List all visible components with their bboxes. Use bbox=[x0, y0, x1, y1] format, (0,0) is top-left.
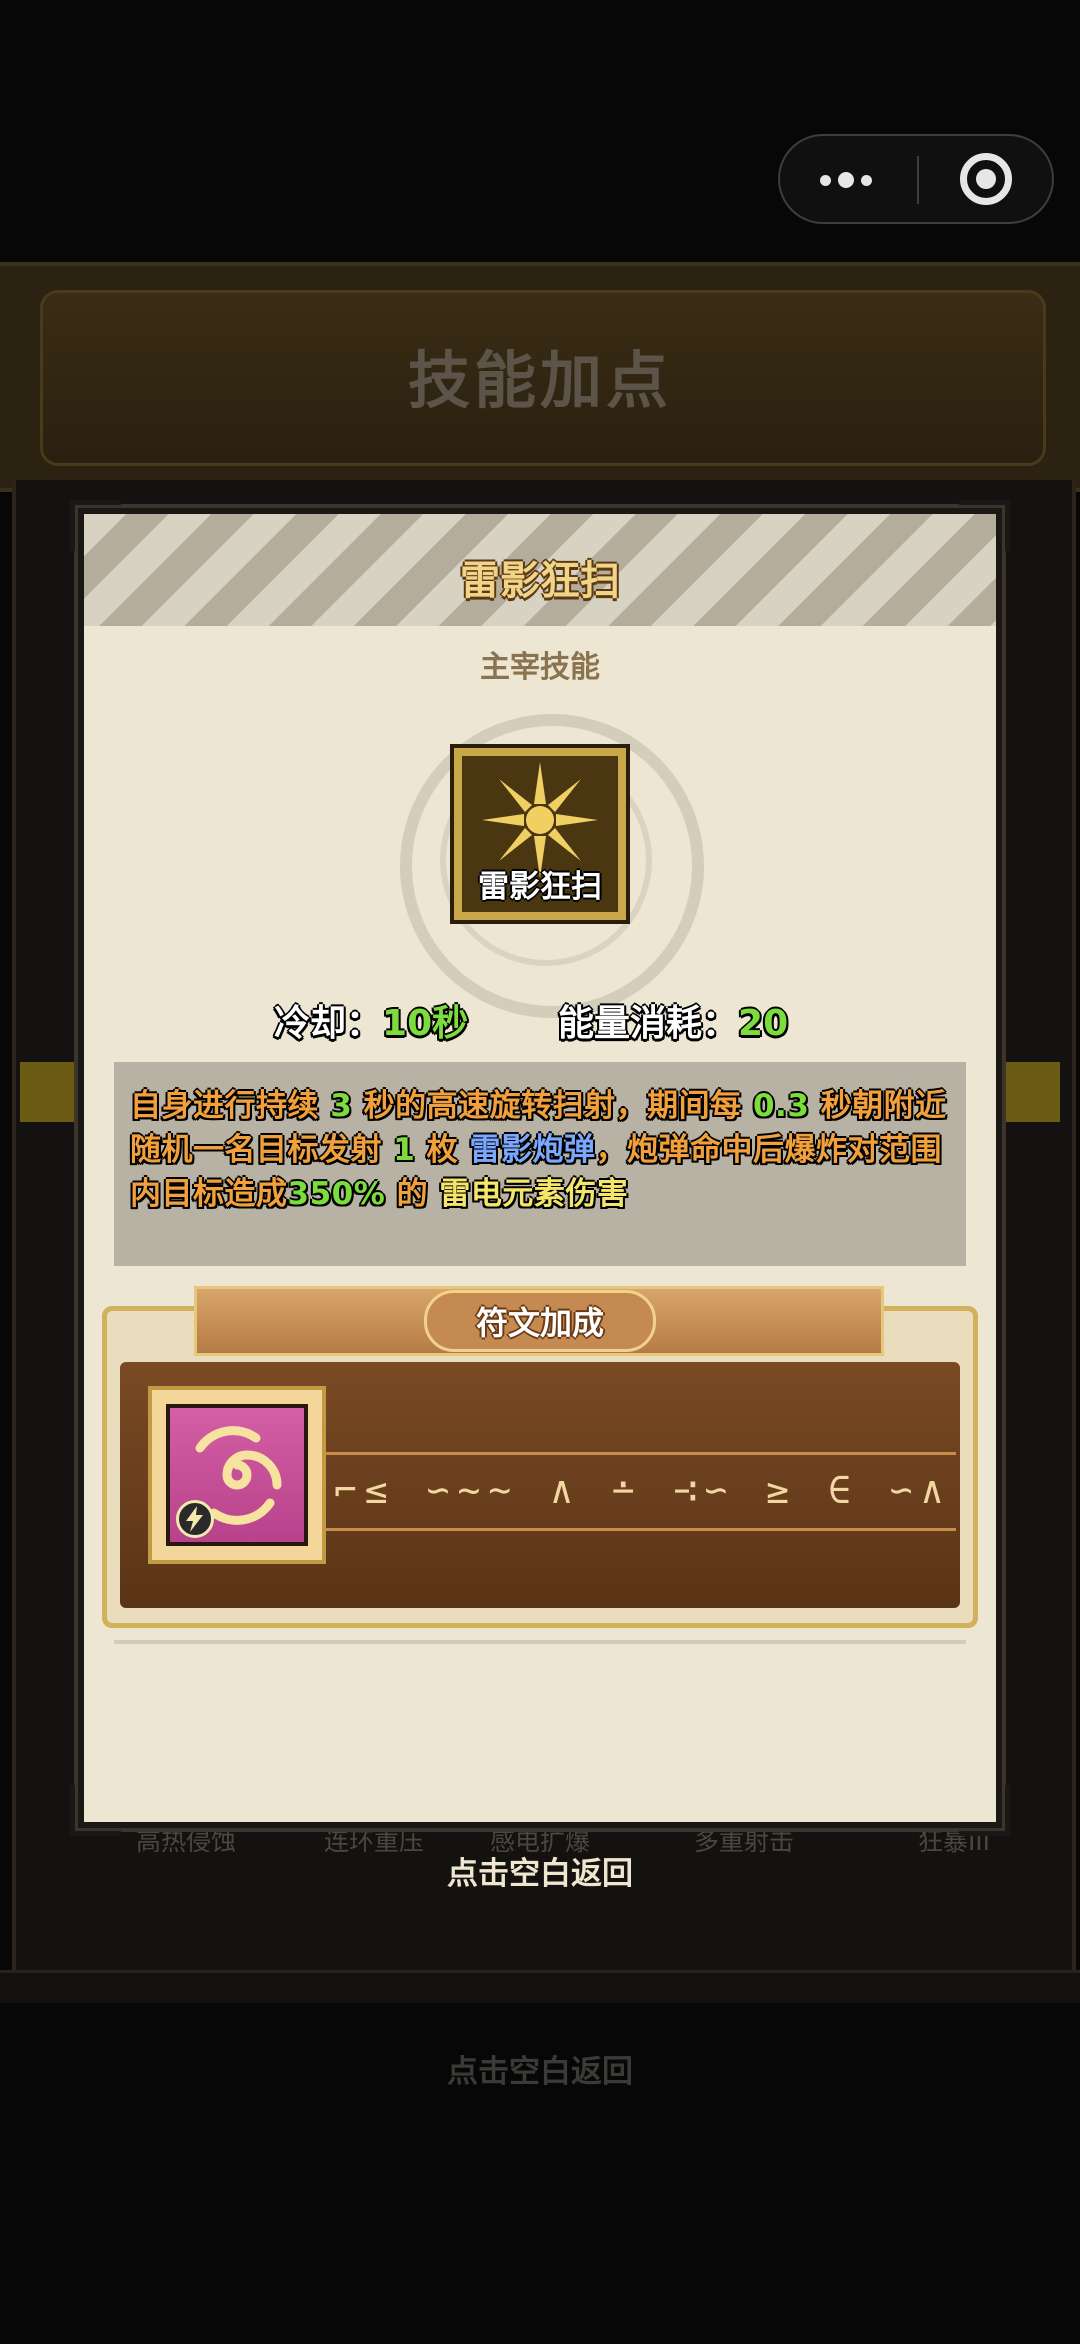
rune-track-line bbox=[294, 1528, 956, 1531]
bg-return-hint: 点击空白返回 bbox=[447, 2054, 633, 2090]
skill-icon-label: 雷影狂扫 bbox=[478, 869, 602, 905]
capsule-menu bbox=[778, 134, 1054, 224]
rune-slot[interactable] bbox=[148, 1386, 326, 1564]
bg-side-bar-right bbox=[990, 1062, 1060, 1122]
spiral-icon bbox=[166, 1404, 308, 1546]
target-circle-dot bbox=[976, 169, 996, 189]
skill-title: 雷影狂扫 bbox=[460, 558, 620, 604]
cooldown-label: 冷却： bbox=[274, 1003, 383, 1044]
close-program-button[interactable] bbox=[919, 136, 1054, 222]
modal-divider bbox=[114, 1640, 966, 1644]
cooldown-value: 10秒 bbox=[382, 1003, 469, 1044]
skill-description: 自身进行持续 3 秒的高速旋转扫射，期间每 0.3 秒朝附近随机一名目标发射 1… bbox=[130, 1088, 947, 1212]
skill-type-label: 主宰技能 bbox=[480, 650, 600, 685]
bg-bottom-strip bbox=[0, 1970, 1080, 2003]
bg-screen-title: 技能加点 bbox=[407, 344, 672, 417]
tap-blank-to-return[interactable]: 点击空白返回 bbox=[0, 1848, 1080, 1893]
rune-track-line bbox=[294, 1452, 956, 1455]
lightning-bolt-icon bbox=[176, 1500, 214, 1538]
skill-description-box: 自身进行持续 3 秒的高速旋转扫射，期间每 0.3 秒朝附近随机一名目标发射 1… bbox=[114, 1062, 966, 1266]
bg-side-bar-left bbox=[20, 1062, 90, 1122]
rune-section-title: 符文加成 bbox=[475, 1304, 604, 1342]
energy-value: 20 bbox=[738, 1003, 789, 1044]
more-options-button[interactable] bbox=[780, 136, 916, 222]
skill-detail-modal: 雷影狂扫 主宰技能 雷影狂扫 冷却：10秒 能量消耗：20 自身进行持续 3 秒… bbox=[70, 500, 1010, 1836]
skill-icon-frame: 雷影狂扫 bbox=[450, 744, 630, 924]
sun-burst-icon: 雷影狂扫 bbox=[462, 756, 618, 912]
energy-label: 能量消耗： bbox=[558, 1003, 739, 1044]
energy-stat: 能量消耗：20 bbox=[558, 994, 788, 1046]
rune-glyphs: ⌐≤ ∽~∼ ∧ ∸ ∹∽ ≥ ∈ ∽∧ bbox=[334, 1468, 952, 1512]
cooldown-stat: 冷却：10秒 bbox=[274, 994, 468, 1046]
